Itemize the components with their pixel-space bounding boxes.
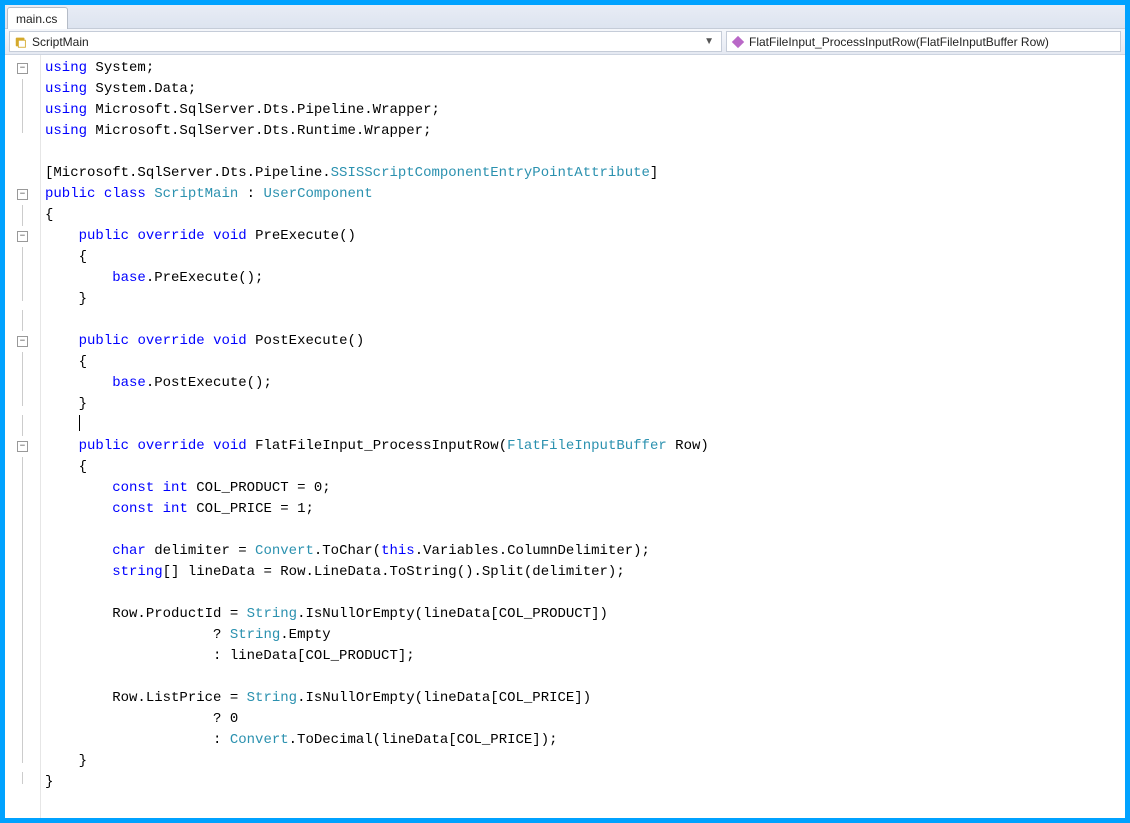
navigation-bar: ScriptMain ▼ FlatFileInput_ProcessInputR… (5, 29, 1125, 55)
fold-toggle[interactable]: − (5, 436, 40, 457)
fold-toggle[interactable] (5, 709, 40, 730)
fold-toggle[interactable] (5, 667, 40, 688)
fold-toggle[interactable] (5, 163, 40, 184)
code-line[interactable]: public override void PostExecute() (45, 331, 1125, 352)
code-line[interactable]: const int COL_PRICE = 1; (45, 499, 1125, 520)
code-area[interactable]: using System;using System.Data;using Mic… (41, 55, 1125, 818)
fold-toggle[interactable] (5, 289, 40, 310)
fold-toggle[interactable] (5, 688, 40, 709)
member-selector-label: FlatFileInput_ProcessInputRow(FlatFileIn… (749, 35, 1049, 49)
code-line[interactable]: char delimiter = Convert.ToChar(this.Var… (45, 541, 1125, 562)
fold-toggle[interactable] (5, 751, 40, 772)
fold-toggle[interactable] (5, 562, 40, 583)
code-line[interactable]: } (45, 289, 1125, 310)
code-editor[interactable]: −−−−− using System;using System.Data;usi… (5, 55, 1125, 818)
code-line[interactable]: public class ScriptMain : UserComponent (45, 184, 1125, 205)
fold-toggle[interactable] (5, 478, 40, 499)
code-line[interactable]: using System; (45, 58, 1125, 79)
code-line[interactable] (45, 310, 1125, 331)
fold-toggle[interactable] (5, 583, 40, 604)
fold-toggle[interactable]: − (5, 226, 40, 247)
code-line[interactable] (45, 520, 1125, 541)
fold-toggle[interactable] (5, 646, 40, 667)
outline-gutter[interactable]: − − − − − (5, 55, 41, 818)
fold-toggle[interactable] (5, 457, 40, 478)
tab-title: main.cs (16, 12, 57, 26)
fold-toggle[interactable] (5, 247, 40, 268)
class-selector-label: ScriptMain (32, 35, 89, 49)
code-line[interactable]: Row.ListPrice = String.IsNullOrEmpty(lin… (45, 688, 1125, 709)
code-line[interactable]: [Microsoft.SqlServer.Dts.Pipeline.SSISSc… (45, 163, 1125, 184)
fold-toggle[interactable] (5, 205, 40, 226)
code-line[interactable]: public override void FlatFileInput_Proce… (45, 436, 1125, 457)
method-icon (731, 35, 745, 49)
code-line[interactable]: public override void PreExecute() (45, 226, 1125, 247)
file-tab[interactable]: main.cs (7, 7, 68, 29)
code-line[interactable]: { (45, 352, 1125, 373)
fold-toggle[interactable] (5, 373, 40, 394)
fold-toggle[interactable] (5, 268, 40, 289)
fold-toggle[interactable] (5, 520, 40, 541)
editor-window: main.cs ScriptMain ▼ FlatFileInput_Proce… (5, 5, 1125, 818)
code-line[interactable] (45, 415, 1125, 436)
code-line[interactable]: string[] lineData = Row.LineData.ToStrin… (45, 562, 1125, 583)
class-icon (14, 35, 28, 49)
code-line[interactable]: } (45, 772, 1125, 793)
code-line[interactable]: { (45, 457, 1125, 478)
code-line[interactable]: : lineData[COL_PRODUCT]; (45, 646, 1125, 667)
fold-toggle[interactable] (5, 100, 40, 121)
code-line[interactable] (45, 667, 1125, 688)
fold-toggle[interactable] (5, 499, 40, 520)
code-line[interactable]: Row.ProductId = String.IsNullOrEmpty(lin… (45, 604, 1125, 625)
fold-toggle[interactable] (5, 79, 40, 100)
fold-toggle[interactable] (5, 772, 40, 793)
code-line[interactable]: : Convert.ToDecimal(lineData[COL_PRICE])… (45, 730, 1125, 751)
code-line[interactable]: using Microsoft.SqlServer.Dts.Pipeline.W… (45, 100, 1125, 121)
fold-toggle[interactable] (5, 541, 40, 562)
fold-toggle[interactable] (5, 142, 40, 163)
code-line[interactable]: { (45, 205, 1125, 226)
fold-toggle[interactable] (5, 604, 40, 625)
fold-toggle[interactable] (5, 121, 40, 142)
fold-toggle[interactable]: − (5, 184, 40, 205)
tab-bar: main.cs (5, 5, 1125, 29)
fold-toggle[interactable] (5, 415, 40, 436)
code-line[interactable]: ? String.Empty (45, 625, 1125, 646)
code-line[interactable]: base.PostExecute(); (45, 373, 1125, 394)
code-line[interactable] (45, 583, 1125, 604)
fold-toggle[interactable] (5, 730, 40, 751)
class-selector[interactable]: ScriptMain ▼ (9, 31, 722, 52)
chevron-down-icon: ▼ (701, 36, 717, 47)
fold-toggle[interactable]: − (5, 331, 40, 352)
code-line[interactable]: using Microsoft.SqlServer.Dts.Runtime.Wr… (45, 121, 1125, 142)
code-line[interactable] (45, 142, 1125, 163)
code-line[interactable]: ? 0 (45, 709, 1125, 730)
code-line[interactable]: using System.Data; (45, 79, 1125, 100)
code-line[interactable]: { (45, 247, 1125, 268)
fold-toggle[interactable] (5, 394, 40, 415)
member-selector[interactable]: FlatFileInput_ProcessInputRow(FlatFileIn… (726, 31, 1121, 52)
code-line[interactable]: const int COL_PRODUCT = 0; (45, 478, 1125, 499)
fold-toggle[interactable] (5, 310, 40, 331)
fold-toggle[interactable]: − (5, 58, 40, 79)
code-line[interactable]: } (45, 394, 1125, 415)
code-line[interactable]: base.PreExecute(); (45, 268, 1125, 289)
code-line[interactable]: } (45, 751, 1125, 772)
fold-toggle[interactable] (5, 352, 40, 373)
fold-toggle[interactable] (5, 625, 40, 646)
